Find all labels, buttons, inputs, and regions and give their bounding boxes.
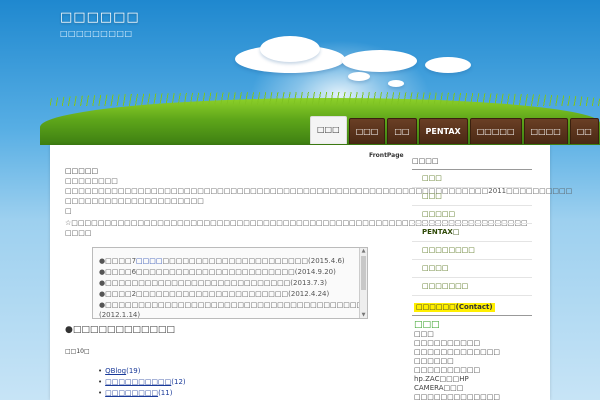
blog-link[interactable]: □□□□□□□□□□ xyxy=(105,378,171,386)
nav-tab-7[interactable]: □□ xyxy=(569,118,599,144)
bullet-icon: • xyxy=(98,389,103,397)
news-item: ●□□□□□□□□□□□□□□□□□□□□□□□□□□□□(2013.7.3) xyxy=(99,279,327,288)
bullet-icon: • xyxy=(98,378,103,386)
news-item-prefix: ●□□□□□ xyxy=(99,279,139,287)
cloud-shape xyxy=(425,57,471,73)
nav-tab-5[interactable]: □□□□□ xyxy=(469,118,522,144)
sidebar-item[interactable]: □□□□□□□ xyxy=(412,278,532,296)
blog-link-list: • QBlog(19) • □□□□□□□□□□(12) • □□□□□□□□(11) xyxy=(98,366,186,399)
nav-tab-pentax[interactable]: PENTAX xyxy=(418,118,468,144)
sidebar-link[interactable]: CAMERA□□□ xyxy=(414,384,532,393)
sidebar-item-pentax[interactable]: PENTAX□ xyxy=(412,224,532,242)
news-item-prefix: ●□□□□□ xyxy=(99,301,139,309)
sidebar-link[interactable]: hp.ZAC□□□HP xyxy=(414,375,532,384)
news-item: ●□□□□6□□□□□□□□□□□□□□□□□□□□□□□□(2014.9.20… xyxy=(99,268,336,277)
sidebar-item[interactable]: □□□□ xyxy=(412,260,532,278)
sidebar-divider xyxy=(412,315,532,316)
news-item: (2012.1.14) xyxy=(99,311,141,319)
blog-link[interactable]: □□□□□□□□ xyxy=(105,389,158,397)
sidebar-link[interactable]: □□□□□□□□□□□□□ xyxy=(414,393,532,400)
section-count-label: □□10□ xyxy=(65,348,90,355)
sidebar-heading: □□□□ xyxy=(412,157,532,170)
nav-tab-2[interactable]: □□□ xyxy=(348,118,386,144)
sidebar-item[interactable]: □□□ xyxy=(412,188,532,206)
section-title: ●□□□□□□□□□□□□ xyxy=(65,325,175,335)
news-item: ●□□□□2□□□□□□□□□□□□□□□□□□□□□□□(2012.4.24) xyxy=(99,290,329,299)
header-banner: □□□□□□ □□□□□□□□□ □□□ □□□ □□ PENTAX □□□□□… xyxy=(0,0,600,145)
list-item: • □□□□□□□□□□(12) xyxy=(98,377,186,388)
list-item: • □□□□□□□□(11) xyxy=(98,388,186,399)
page-title: □□□□□ xyxy=(65,167,99,175)
news-item-text: (2012.1.14) xyxy=(99,311,141,319)
page-subheading: □□□□□□□□ xyxy=(65,177,118,185)
sidebar-link[interactable]: □□□□□□ xyxy=(414,357,532,366)
cloud-shape xyxy=(388,80,404,87)
sidebar-item[interactable]: □□□□□ xyxy=(412,206,532,224)
news-item: ●□□□□7□□□□□□□□□□□□□□□□□□□□□□□□□□(2015.4.… xyxy=(99,257,345,266)
news-item-prefix: ●□□□□6 xyxy=(99,268,137,276)
cloud-shape xyxy=(348,72,370,81)
sidebar-link[interactable]: □□□□□□□□□□□□□ xyxy=(414,348,532,357)
intro-text-line: □ xyxy=(65,207,72,215)
news-scroll-box[interactable]: ●□□□□7□□□□□□□□□□□□□□□□□□□□□□□□□□(2015.4.… xyxy=(92,247,368,319)
cloud-shape xyxy=(342,50,417,72)
nav-tab-6[interactable]: □□□□ xyxy=(523,118,568,144)
news-item-prefix: ●□□□□7 xyxy=(99,257,137,265)
blog-link-count: (11) xyxy=(158,389,173,397)
news-item-text: □□□□□□□□□□□□□□□□□□□□□□□□(2014.9.20) xyxy=(136,268,336,276)
sidebar-item[interactable]: □□□ xyxy=(412,170,532,188)
scroll-down-icon[interactable]: ▼ xyxy=(361,312,366,318)
site-subtitle: □□□□□□□□□ xyxy=(60,29,133,38)
news-item-prefix: ●□□□□2 xyxy=(99,290,137,298)
main-nav: □□□ □□□ □□ PENTAX □□□□□ □□□□ □□ xyxy=(310,116,599,144)
news-item-text: □□□□□□□□□□□□□□□□□□□□□□□□□□□□□□□□□□□□□ xyxy=(138,301,368,309)
cloud-shape xyxy=(260,36,320,62)
site-title[interactable]: □□□□□□ xyxy=(60,10,140,25)
news-scrollbar[interactable]: ▲ ▼ xyxy=(359,248,367,318)
sidebar-link[interactable]: □□□□□□□□□□ xyxy=(414,339,532,348)
nav-tab-home[interactable]: □□□ xyxy=(310,116,347,144)
sidebar-link[interactable]: □□□□□□□□□□ xyxy=(414,366,532,375)
sidebar: □□□□ □□□ □□□ □□□□□ PENTAX□ □□□□□□□□ □□□□… xyxy=(412,157,532,400)
contact-link[interactable]: □□□□□□(Contact) xyxy=(414,303,495,312)
notice-link[interactable]: □□□□ xyxy=(65,229,91,238)
blog-link-count: (19) xyxy=(126,367,141,375)
main-panel: FrontPage □□□□□ □□□□□□□□ □□□□□□□□□□□□□□□… xyxy=(50,145,572,400)
bullet-icon: • xyxy=(98,367,103,375)
blog-link-count: (12) xyxy=(171,378,186,386)
news-item-text: □□□□□□□□□□□□□□□□□□□□□□□(2012.4.24) xyxy=(136,290,330,298)
breadcrumb[interactable]: FrontPage xyxy=(369,152,404,159)
sidebar-link[interactable]: □□□ xyxy=(414,330,532,339)
scroll-up-icon[interactable]: ▲ xyxy=(361,248,366,254)
sidebar-item[interactable]: □□□□□□□□ xyxy=(412,242,532,260)
list-item: • QBlog(19) xyxy=(98,366,186,377)
nav-tab-3[interactable]: □□ xyxy=(387,118,417,144)
news-item: ●□□□□□□□□□□□□□□□□□□□□□□□□□□□□□□□□□□□□□□□… xyxy=(99,301,368,310)
news-item-text: □□□□□□□□□□□□□□□□□□□□□□□(2013.7.3) xyxy=(138,279,327,287)
intro-text-line: □□□□□□□□□□□□□□□□□□□□□ xyxy=(65,197,204,205)
news-item-link[interactable]: □□□□ xyxy=(136,257,162,265)
sidebar-section-heading: □□□ xyxy=(414,320,440,330)
news-item-text: □□□□□□□□□□□□□□□□□□□□□□(2015.4.6) xyxy=(162,257,345,265)
blog-link[interactable]: QBlog xyxy=(105,367,126,375)
scrollbar-thumb[interactable] xyxy=(361,256,366,290)
main-content: FrontPage □□□□□ □□□□□□□□ □□□□□□□□□□□□□□□… xyxy=(65,145,572,400)
